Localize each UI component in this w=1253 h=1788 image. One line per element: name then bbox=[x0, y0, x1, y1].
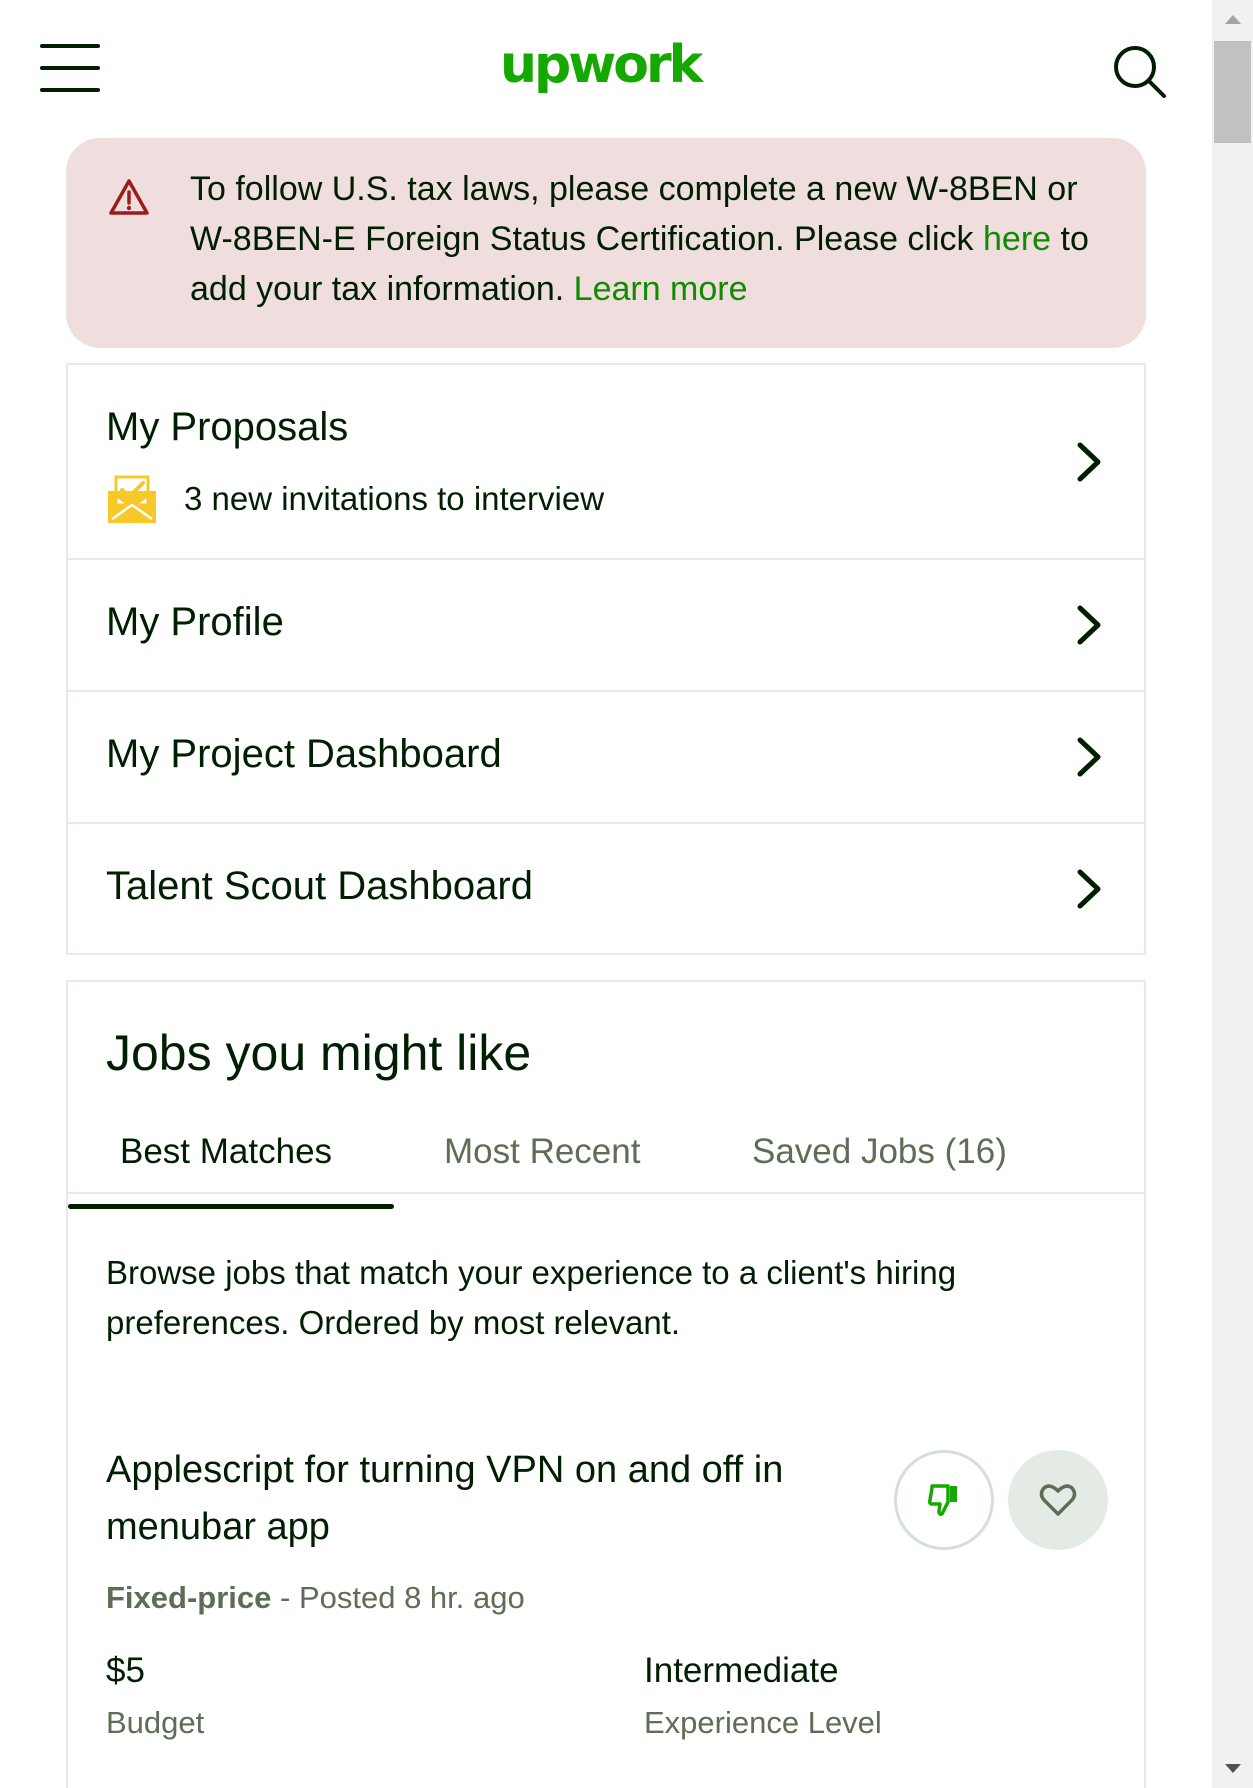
job-title-link[interactable]: Applescript for turning VPN on and off i… bbox=[106, 1442, 846, 1556]
jobs-tabs: Best Matches Most Recent Saved Jobs (16) bbox=[68, 1132, 1144, 1194]
nav-title-my-project-dashboard: My Project Dashboard bbox=[106, 732, 502, 776]
warning-triangle-icon bbox=[108, 178, 150, 216]
budget-block: $5 Budget bbox=[106, 1646, 204, 1748]
scrollbar-thumb[interactable] bbox=[1214, 41, 1251, 143]
experience-block: Intermediate Experience Level bbox=[644, 1646, 882, 1748]
jobs-card: Jobs you might like Best Matches Most Re… bbox=[66, 980, 1146, 1788]
alert-message: To follow U.S. tax laws, please complete… bbox=[190, 164, 1110, 314]
upwork-logo[interactable]: upwork bbox=[500, 30, 710, 100]
invitations-text: 3 new invitations to interview bbox=[184, 480, 605, 517]
nav-title-my-profile: My Profile bbox=[106, 600, 284, 644]
job-type: Fixed-price bbox=[106, 1580, 272, 1615]
jobs-description: Browse jobs that match your experience t… bbox=[106, 1254, 957, 1341]
page-scrollbar[interactable] bbox=[1212, 0, 1253, 1788]
active-tab-indicator bbox=[68, 1204, 394, 1209]
nav-item-my-profile[interactable]: My Profile bbox=[68, 560, 1144, 692]
logo-text: upwork bbox=[500, 35, 703, 95]
hamburger-menu-icon[interactable] bbox=[40, 44, 100, 92]
alert-text-start: To follow U.S. tax laws, please complete… bbox=[190, 170, 1078, 258]
tax-alert-banner: To follow U.S. tax laws, please complete… bbox=[66, 138, 1146, 348]
experience-label: Experience Level bbox=[644, 1705, 882, 1740]
budget-value: $5 bbox=[106, 1651, 145, 1690]
learn-more-link[interactable]: Learn more bbox=[574, 270, 748, 308]
thumbs-down-icon bbox=[928, 1484, 957, 1516]
scroll-down-arrow-icon[interactable] bbox=[1212, 1750, 1253, 1788]
nav-title-talent-scout-dashboard: Talent Scout Dashboard bbox=[106, 864, 533, 908]
nav-item-my-proposals[interactable]: My Proposals 3 new invitations to interv… bbox=[68, 365, 1144, 560]
envelope-check-icon bbox=[106, 473, 158, 525]
experience-value: Intermediate bbox=[644, 1651, 839, 1690]
scroll-up-arrow-icon[interactable] bbox=[1212, 0, 1253, 38]
dislike-job-button[interactable] bbox=[894, 1450, 994, 1550]
chevron-right-icon bbox=[1074, 441, 1104, 483]
job-meta: Fixed-price - Posted 8 hr. ago bbox=[106, 1580, 525, 1616]
search-icon[interactable] bbox=[1112, 44, 1168, 100]
tab-saved-jobs[interactable]: Saved Jobs (16) bbox=[752, 1132, 1007, 1172]
chevron-right-icon bbox=[1074, 868, 1104, 910]
header: upwork bbox=[0, 0, 1212, 138]
page: upwork To follow U.S. tax laws, please c… bbox=[0, 0, 1212, 1788]
tab-most-recent[interactable]: Most Recent bbox=[444, 1132, 640, 1172]
job-posted-time: - Posted 8 hr. ago bbox=[271, 1580, 525, 1615]
tab-best-matches[interactable]: Best Matches bbox=[120, 1132, 332, 1172]
dashboard-nav-card: My Proposals 3 new invitations to interv… bbox=[66, 363, 1146, 955]
save-job-button[interactable] bbox=[1008, 1450, 1108, 1550]
nav-title-my-proposals: My Proposals bbox=[106, 405, 349, 449]
invitations-row: 3 new invitations to interview bbox=[106, 473, 604, 525]
chevron-right-icon bbox=[1074, 736, 1104, 778]
nav-item-my-project-dashboard[interactable]: My Project Dashboard bbox=[68, 692, 1144, 824]
budget-label: Budget bbox=[106, 1705, 205, 1740]
nav-item-talent-scout-dashboard[interactable]: Talent Scout Dashboard bbox=[68, 824, 1144, 956]
here-link[interactable]: here bbox=[983, 220, 1051, 258]
heart-icon bbox=[1039, 1484, 1077, 1516]
jobs-heading: Jobs you might like bbox=[106, 1025, 532, 1081]
chevron-right-icon bbox=[1074, 604, 1104, 646]
